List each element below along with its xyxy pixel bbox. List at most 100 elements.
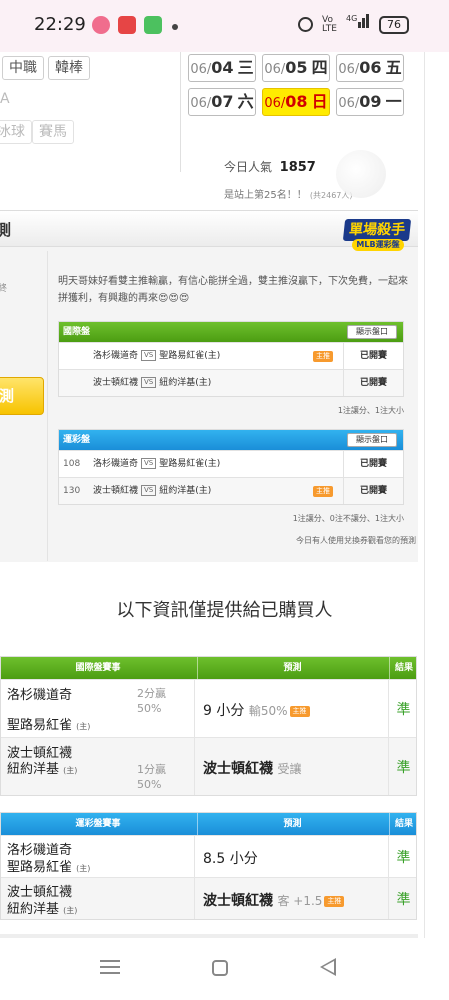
tab-ice-hockey[interactable]: 冰球 (0, 120, 32, 144)
date-weekday: 六 (237, 92, 254, 111)
home-team: 紐約洋基 (7, 902, 60, 917)
home-team-wrap: 聖路易紅雀 (主) (7, 714, 90, 733)
result-cell: 準 (389, 738, 418, 795)
badge-subtitle: MLB運彩盤 (352, 239, 404, 251)
rank-label: 是站上第25名！！ (224, 190, 307, 201)
table-row[interactable]: 108 洛杉磯道奇 VS 聖路易紅雀(主) 已開賽 (59, 450, 403, 477)
date-weekday: 一 (385, 92, 402, 111)
date-0608-selected[interactable]: 06/08 日 (262, 88, 330, 116)
date-prefix: 06/ (190, 96, 212, 111)
result-hit: 準 (396, 850, 411, 866)
popularity-label: 今日人氣 (224, 160, 273, 174)
event-cell: 波士頓紅襪 紐約洋基 (主) (1, 878, 195, 919)
table-row[interactable]: 130 波士頓紅襪 VS 紐約洋基(主) 主推 已開賽 (59, 477, 403, 504)
handicap: 2分贏 50% (137, 686, 166, 716)
date-0604[interactable]: 06/04 三 (188, 54, 256, 82)
home-mark: (主) (76, 864, 91, 873)
away-team: 洛杉磯道奇 (93, 459, 139, 469)
tab-horse-racing[interactable]: 賽馬 (32, 120, 74, 144)
home-team: 紐約洋基(主) (159, 486, 212, 496)
intl-title: 國際盤 (63, 327, 91, 337)
game-number: 108 (63, 459, 81, 469)
home-mark: (主) (76, 722, 91, 731)
home-icon[interactable] (212, 960, 228, 976)
date-0607[interactable]: 06/07 六 (188, 88, 256, 116)
lottery-results-table: 運彩盤賽事 預測 結果 洛杉磯道奇 聖路易紅雀 (主) 8.5 小分 準 波士頓… (0, 812, 417, 920)
table-row: 波士頓紅襪 紐約洋基 (主) 1分贏 50% 波士頓紅襪 受讓 準 (1, 737, 416, 795)
prediction-value: 9 小分 (203, 703, 245, 719)
badge-title: 單場殺手 (342, 219, 412, 241)
table-row[interactable]: 波士頓紅襪 VS 紐約洋基(主) 已開賽 (59, 369, 403, 396)
clock: 22:29 (34, 14, 86, 35)
home-team-wrap: 紐約洋基 (主) (7, 758, 77, 777)
buyers-only-heading: 以下資訊僅提供給已購買人 (116, 600, 333, 621)
table-row: 洛杉磯道奇 聖路易紅雀 (主) 8.5 小分 準 (1, 835, 416, 877)
matchup: 洛杉磯道奇 VS 聖路易紅雀(主) (93, 343, 220, 370)
popularity-value: 1857 (279, 160, 316, 175)
featured-tag: 主推 (313, 486, 333, 497)
game-status: 已開賽 (343, 478, 403, 504)
event-cell: 波士頓紅襪 紐約洋基 (主) 1分贏 50% (1, 738, 195, 795)
app-icon-green (144, 16, 162, 34)
back-icon[interactable] (320, 958, 336, 976)
predict-button[interactable]: 測 (0, 377, 44, 415)
home-team-wrap: 紐約洋基 (主) (7, 898, 77, 917)
home-mark: (主) (63, 906, 78, 915)
popularity: 今日人氣 1857 (224, 158, 316, 175)
away-team: 洛杉磯道奇 (93, 351, 139, 361)
prediction-sub: 客 +1.5 (277, 894, 323, 908)
handicap-pct: 50% (137, 778, 162, 791)
prediction-panel: 測 單場殺手 MLB運彩盤 終 測 明天哥妹好看雙主推輸贏，有信心能拼全過，雙主… (0, 210, 418, 562)
featured-tag: 主推 (324, 895, 345, 907)
table-row[interactable]: 洛杉磯道奇 VS 聖路易紅雀(主) 主推 已開賽 (59, 342, 403, 369)
date-0606[interactable]: 06/06 五 (336, 54, 404, 82)
result-hit: 準 (396, 892, 411, 908)
tab-cpbl[interactable]: 中職 (2, 56, 44, 80)
volte-icon: Vo LTE (322, 15, 337, 34)
tab-partial-a[interactable]: A (0, 88, 16, 112)
nav-divider (180, 52, 181, 172)
intro-text: 明天哥妹好看雙主推輸贏，有信心能拼全過，雙主推沒贏下，下次免費，一起來拼獲利，有… (58, 276, 408, 304)
prediction-value: 波士頓紅襪 (203, 761, 273, 777)
header-result: 結果 (389, 813, 418, 835)
left-column: 終 測 (0, 251, 48, 561)
left-small-text: 終 (0, 284, 8, 294)
home-team: 聖路易紅雀 (7, 860, 73, 875)
app-icon-pink (92, 16, 110, 34)
header-prediction: 預測 (197, 657, 387, 679)
result-hit: 準 (396, 702, 411, 718)
date-0609[interactable]: 06/09 一 (336, 88, 404, 116)
mascot-icon (336, 150, 386, 198)
intl-table-header: 國際盤 顯示盤口 (59, 322, 403, 342)
date-weekday: 三 (237, 58, 254, 77)
date-day: 09 (359, 92, 382, 111)
date-0605[interactable]: 06/05 四 (262, 54, 330, 82)
away-team: 波士頓紅襪 (93, 378, 139, 388)
alarm-icon (298, 17, 313, 32)
app-icon-red (118, 16, 136, 34)
prediction-cell: 波士頓紅襪 客 +1.5 主推 (195, 878, 389, 919)
panel-header: 測 單場殺手 MLB運彩盤 (0, 211, 418, 251)
handicap-pct: 50% (137, 702, 162, 715)
home-team: 紐約洋基(主) (159, 378, 212, 388)
game-status: 已開賽 (343, 451, 403, 477)
game-status: 已開賽 (343, 343, 403, 369)
date-day: 04 (211, 58, 234, 77)
single-game-killer-badge: 單場殺手 MLB運彩盤 (342, 219, 412, 257)
show-odds-button[interactable]: 顯示盤口 (347, 433, 397, 447)
tab-kbo[interactable]: 韓棒 (48, 56, 90, 80)
show-odds-button[interactable]: 顯示盤口 (347, 325, 397, 339)
intl-table: 國際盤 顯示盤口 洛杉磯道奇 VS 聖路易紅雀(主) 主推 已開賽 波士頓紅襪 VS 紐… (58, 321, 404, 397)
date-prefix: 06/ (338, 96, 360, 111)
menu-icon[interactable] (100, 956, 120, 978)
date-weekday: 五 (385, 58, 402, 77)
home-team-wrap: 聖路易紅雀 (主) (7, 856, 90, 875)
prediction-value: 8.5 小分 (203, 851, 258, 867)
home-team: 聖路易紅雀(主) (159, 351, 221, 361)
intl-results-table: 國際盤賽事 預測 結果 洛杉磯道奇 聖路易紅雀 (主) 2分贏 50% 9 小分 … (0, 656, 417, 796)
prediction-sub: 輸50% (248, 704, 288, 718)
date-prefix: 06/ (264, 62, 286, 77)
prediction-sub: 受讓 (277, 762, 302, 776)
featured-tag: 主推 (289, 705, 310, 717)
away-team: 波士頓紅襪 (93, 486, 139, 496)
